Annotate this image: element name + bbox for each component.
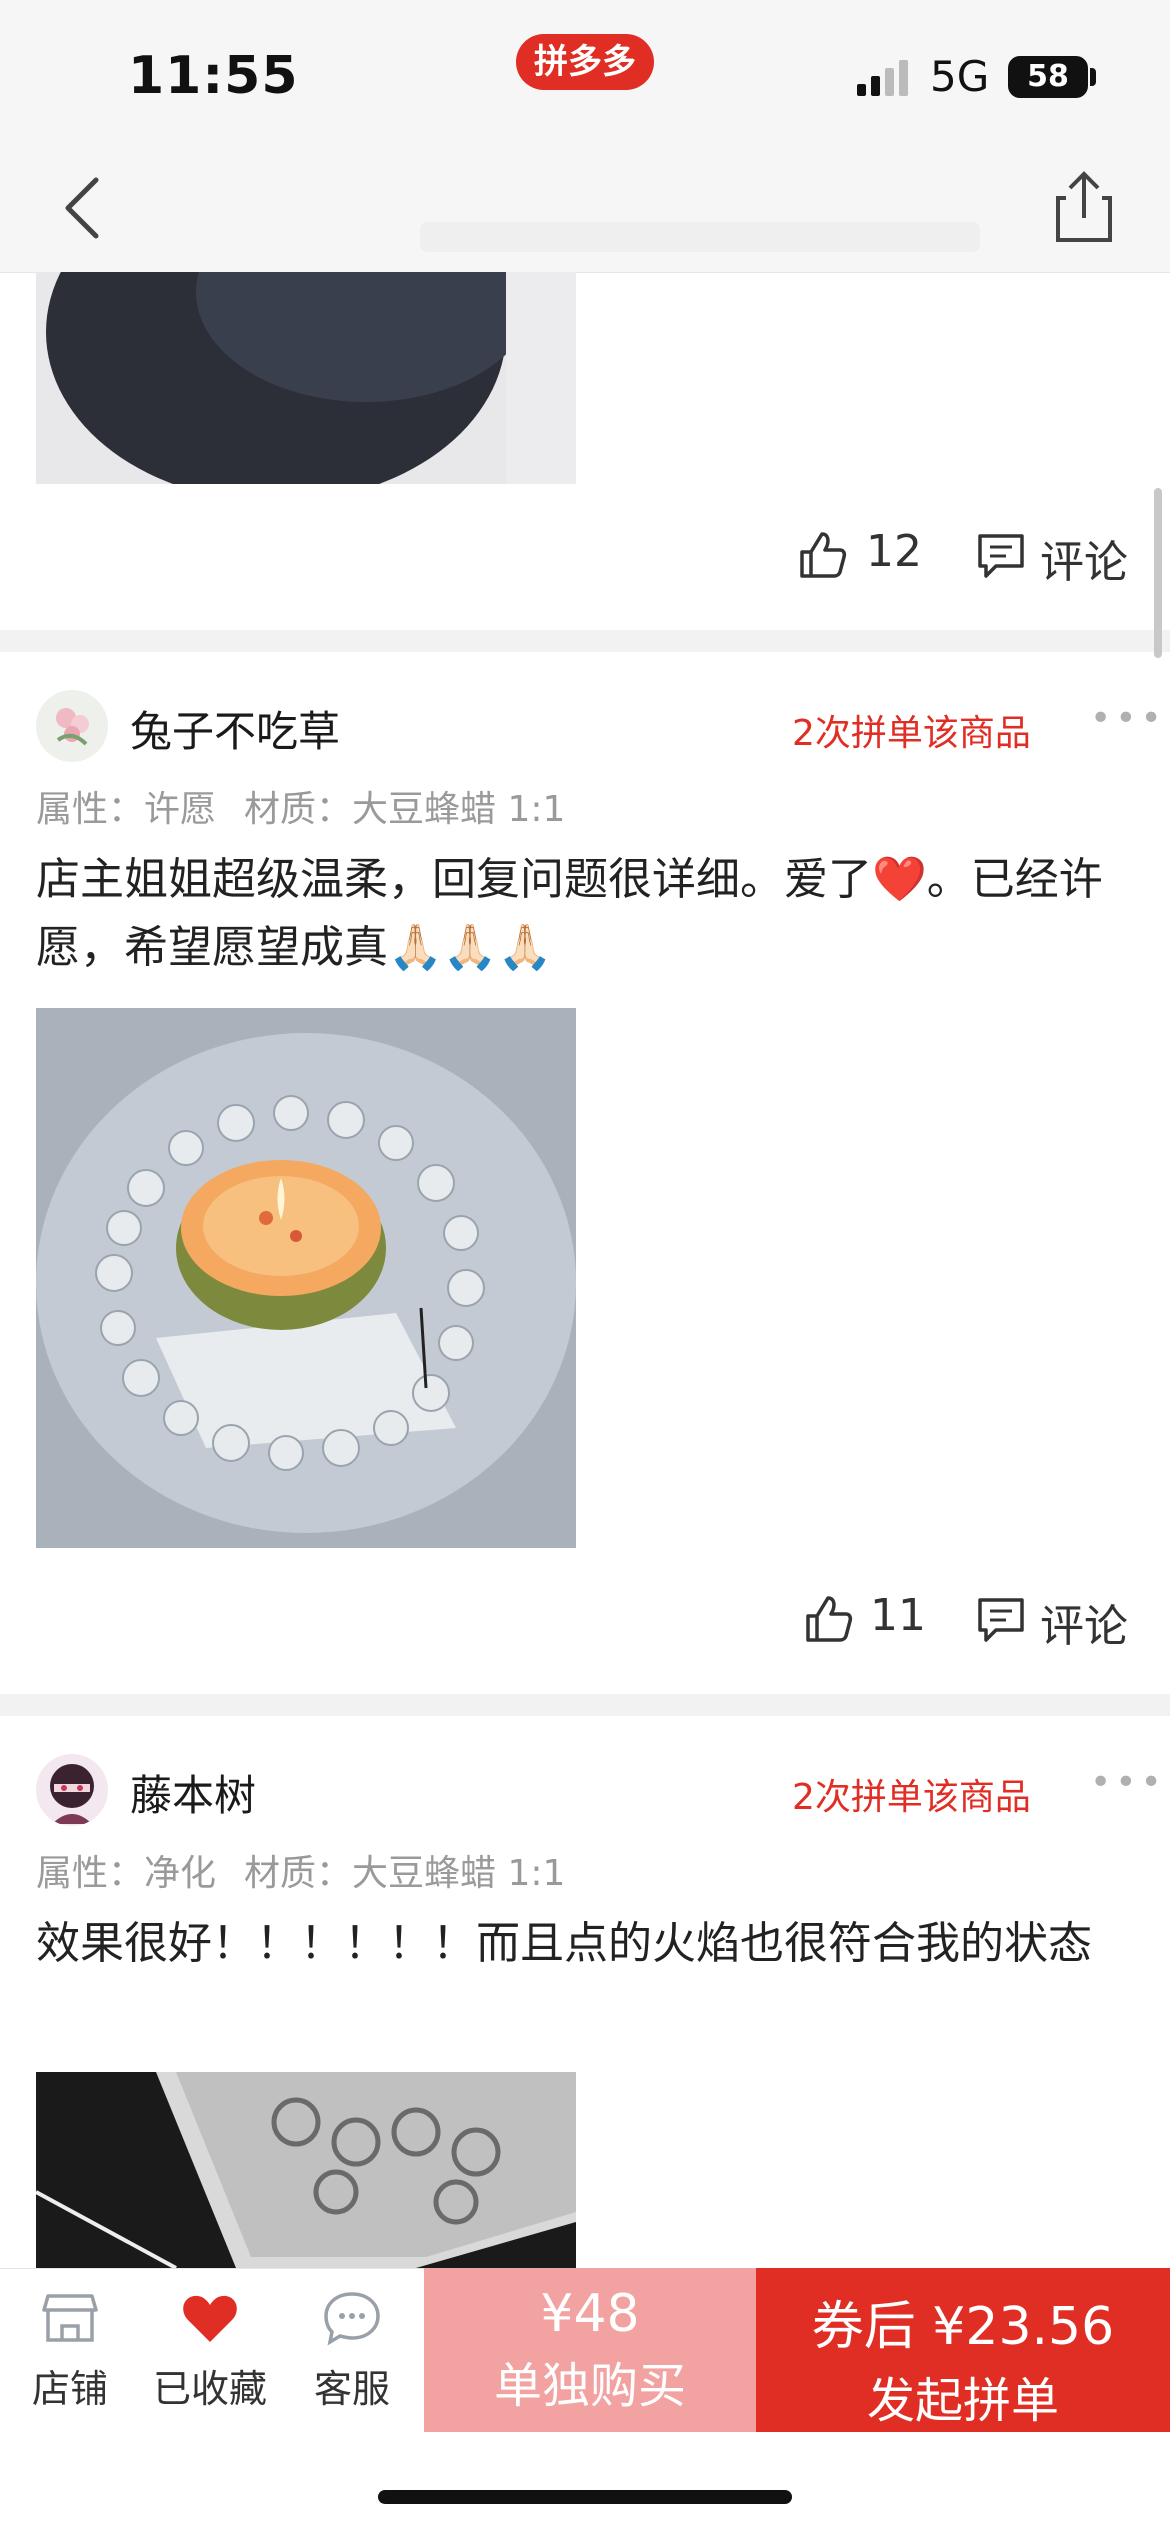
nav-title-placeholder — [420, 222, 980, 252]
attr-property: 属性：净化 — [36, 1853, 217, 1894]
avatar[interactable] — [36, 1754, 108, 1826]
review-attributes: 属性：净化 材质：大豆蜂蜡 1:1 — [36, 1844, 593, 1896]
group-label: 发起拼单 — [866, 2373, 1059, 2429]
battery-tip — [1090, 68, 1096, 86]
attr-material: 材质：大豆蜂蜡 1:1 — [244, 789, 566, 830]
tab-favorites-label: 已收藏 — [152, 2367, 267, 2411]
like-icon[interactable] — [804, 1594, 854, 1644]
avatar[interactable] — [36, 690, 108, 762]
comment-label[interactable]: 评论 — [1040, 526, 1128, 590]
review-image[interactable] — [36, 1008, 576, 1548]
review-attributes: 属性：许愿 材质：大豆蜂蜡 1:1 — [36, 780, 593, 832]
order-count-tag: 2次拼单该商品 — [792, 1777, 1031, 1818]
more-icon[interactable]: ••• — [1090, 698, 1166, 739]
buy-alone-button[interactable]: ¥48 单独购买 — [424, 2268, 756, 2432]
like-icon[interactable] — [798, 530, 848, 580]
review-image[interactable] — [36, 2072, 576, 2268]
comment-icon[interactable] — [976, 1596, 1026, 1644]
like-count: 11 — [870, 1590, 926, 1641]
tab-favorites[interactable]: 已收藏 — [150, 2290, 270, 2413]
review-text: 效果很好！！！！！！而且点的火焰也很符合我的状态 — [36, 1918, 1092, 1969]
more-icon[interactable]: ••• — [1090, 1762, 1166, 1803]
comment-label[interactable]: 评论 — [1040, 1590, 1128, 1654]
tab-store-label: 店铺 — [31, 2367, 108, 2411]
tab-customer-service-label: 客服 — [313, 2367, 390, 2411]
chat-icon — [324, 2292, 380, 2346]
group-price: 券后 ¥23.56 — [811, 2297, 1115, 2357]
battery-icon: 58 — [1008, 56, 1088, 98]
tab-store[interactable]: 店铺 — [10, 2290, 130, 2413]
attr-property: 属性：许愿 — [36, 789, 217, 830]
review-divider — [0, 630, 1170, 652]
app-badge: 拼多多 — [516, 34, 654, 90]
network-type: 5G — [930, 52, 990, 101]
back-icon[interactable] — [60, 176, 108, 240]
start-group-buy-button[interactable]: 券后 ¥23.56 发起拼单 — [756, 2268, 1170, 2432]
review-username[interactable]: 藤本树 — [130, 1762, 256, 1823]
attr-material: 材质：大豆蜂蜡 1:1 — [244, 1853, 566, 1894]
comment-icon[interactable] — [976, 532, 1026, 580]
heart-icon — [183, 2295, 237, 2342]
review-divider — [0, 1694, 1170, 1716]
scrollbar[interactable] — [1154, 488, 1162, 658]
like-count: 12 — [866, 526, 922, 577]
solo-price: ¥48 — [540, 2284, 640, 2344]
status-time: 11:55 — [128, 46, 299, 106]
signal-icon — [857, 60, 908, 96]
tab-customer-service[interactable]: 客服 — [292, 2290, 412, 2413]
order-count-tag: 2次拼单该商品 — [792, 713, 1031, 754]
review-username[interactable]: 兔子不吃草 — [130, 698, 340, 759]
nav-bar — [0, 150, 1170, 273]
home-indicator[interactable] — [378, 2490, 792, 2504]
share-icon[interactable] — [1052, 170, 1116, 244]
store-icon — [42, 2294, 98, 2342]
solo-label: 单独购买 — [493, 2358, 686, 2414]
review-text: 店主姐姐超级温柔，回复问题很详细。爱了❤️。已经许愿，希望愿望成真🙏🏻🙏🏻🙏🏻 — [36, 854, 1103, 973]
review-image[interactable] — [36, 272, 576, 484]
